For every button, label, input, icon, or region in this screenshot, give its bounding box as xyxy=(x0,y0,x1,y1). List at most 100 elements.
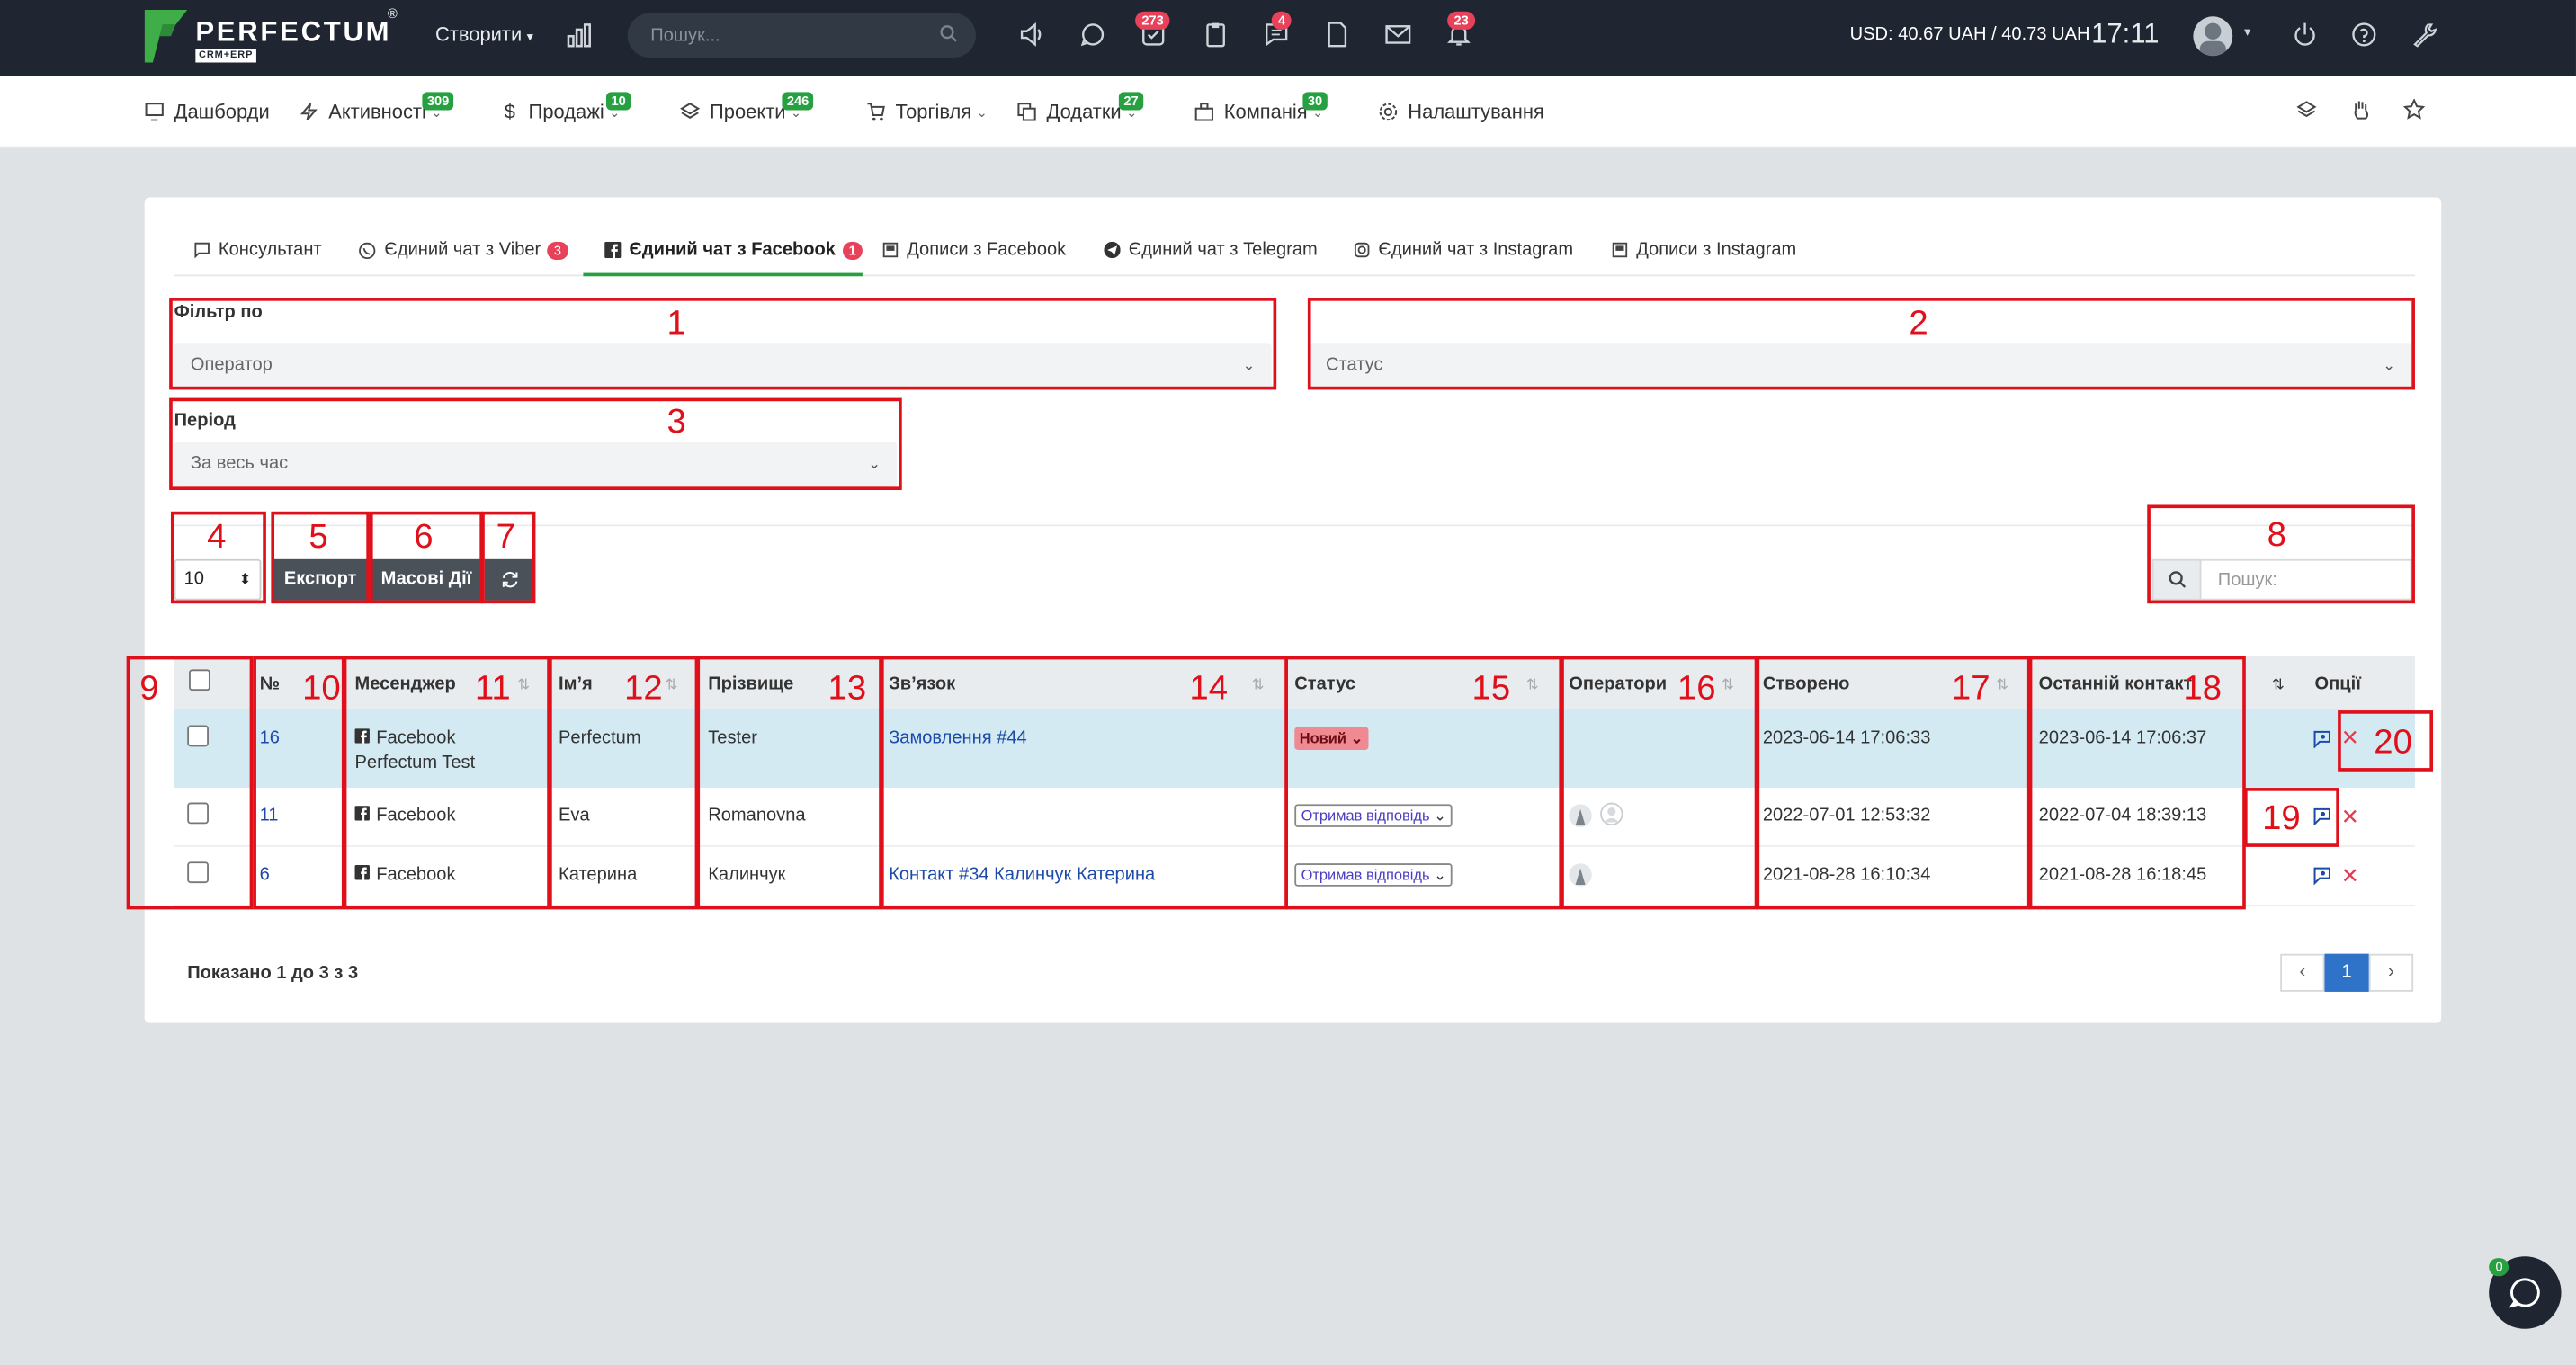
logo-text[interactable]: PERFECTUM xyxy=(195,16,391,49)
tab-instagram-posts[interactable]: Дописи з Instagram xyxy=(1612,240,1797,260)
viber-icon xyxy=(359,241,376,259)
create-menu[interactable]: Створити ▾ xyxy=(435,23,533,47)
page-1-button[interactable]: 1 xyxy=(2324,953,2369,992)
notifications-badge: 23 xyxy=(1447,11,1476,30)
cart-icon xyxy=(867,103,885,121)
posts-icon xyxy=(1612,242,1628,258)
nav-projects-badge: 246 xyxy=(782,92,814,111)
tab-facebook-count: 1 xyxy=(842,240,863,260)
logo-subtitle: CRM+ERP xyxy=(195,49,256,63)
chat-bubble-icon xyxy=(2509,1278,2540,1308)
tasks-badge: 273 xyxy=(1135,11,1171,30)
tab-viber-count: 3 xyxy=(547,240,568,260)
hand-icon[interactable] xyxy=(2351,99,2371,120)
chart-bars-icon[interactable] xyxy=(567,23,591,48)
sort-active-icon[interactable]: ⇅ xyxy=(2272,676,2285,694)
megaphone-icon[interactable] xyxy=(1018,22,1044,48)
nav-company-label: Компанія xyxy=(1223,100,1308,124)
prev-page-button[interactable]: ‹ xyxy=(2280,953,2325,992)
open-chat-icon[interactable] xyxy=(2313,867,2331,885)
nav-projects-label: Проекти xyxy=(710,100,786,124)
tab-facebook-posts[interactable]: Дописи з Facebook xyxy=(882,240,1066,260)
nav-sales-badge: 10 xyxy=(605,92,631,111)
nav-activities-badge: 309 xyxy=(422,92,454,111)
annotation-number: 16 xyxy=(1677,669,1716,708)
tab-telegram-chat[interactable]: Єдиний чат з Telegram xyxy=(1104,240,1318,260)
tab-facebook-posts-label: Дописи з Facebook xyxy=(907,240,1067,260)
create-label: Створити xyxy=(435,22,523,47)
tab-consultant-label: Консультант xyxy=(218,240,322,260)
nav-addons-label: Додатки xyxy=(1046,100,1122,124)
annotation-number: 1 xyxy=(666,304,686,343)
nav-addons-badge: 27 xyxy=(1118,92,1144,111)
nav-trade[interactable]: Торгівля ⌄ xyxy=(866,100,988,124)
global-search-input[interactable] xyxy=(627,13,976,58)
annotation-number: 14 xyxy=(1189,669,1229,708)
tab-facebook-chat-label: Єдиний чат з Facebook xyxy=(629,240,836,260)
currency-rate: USD: 40.67 UAH / 40.73 UAH xyxy=(1849,24,2090,45)
layers-icon xyxy=(680,103,701,119)
nav-company-badge: 30 xyxy=(1302,92,1328,111)
delete-icon[interactable]: ✕ xyxy=(2341,863,2359,889)
dollar-icon: $ xyxy=(504,100,515,124)
annotation-number: 17 xyxy=(1951,669,1990,708)
nav-dashboards-label: Дашборди xyxy=(174,100,270,124)
annotation-number: 15 xyxy=(1471,669,1511,708)
file-icon[interactable] xyxy=(1324,22,1350,48)
perfectum-logo-icon[interactable] xyxy=(144,9,188,63)
power-icon[interactable] xyxy=(2292,22,2318,48)
posts-icon xyxy=(882,242,899,258)
nav-trade-label: Торгівля xyxy=(895,100,972,124)
tab-telegram-chat-label: Єдиний чат з Telegram xyxy=(1128,240,1318,260)
mail-icon[interactable] xyxy=(1385,22,1411,48)
annotation-number: 20 xyxy=(2374,723,2412,762)
tab-viber-chat[interactable]: Єдиний чат з Viber 3 xyxy=(358,240,568,260)
annotation-number: 8 xyxy=(2267,516,2286,555)
chevron-down-icon: ▾ xyxy=(526,29,534,45)
logo-registered-mark: ® xyxy=(388,6,398,22)
layers-icon[interactable] xyxy=(2296,101,2317,120)
copy-icon xyxy=(1017,103,1036,121)
annotation-box-11 xyxy=(343,656,550,910)
col-options-header: Опції xyxy=(2314,674,2361,694)
wrench-icon[interactable] xyxy=(2411,22,2437,48)
annotation-number: 10 xyxy=(302,669,341,708)
nav-sales[interactable]: $ Продажі ⌄ xyxy=(505,101,621,124)
nav-settings[interactable]: Налаштування xyxy=(1378,101,1544,123)
annotation-number: 7 xyxy=(496,518,515,557)
top-bar: PERFECTUM ® CRM+ERP Створити▾ 273 4 23 U… xyxy=(0,0,2576,76)
tab-viber-chat-label: Єдиний чат з Viber xyxy=(384,240,541,260)
next-page-button[interactable]: › xyxy=(2368,953,2414,992)
annotation-number: 13 xyxy=(827,669,867,708)
annotation-box-3 xyxy=(169,397,902,491)
nav-sales-label: Продажі xyxy=(528,100,604,124)
tab-instagram-chat[interactable]: Єдиний чат з Instagram xyxy=(1354,240,1573,260)
telegram-icon xyxy=(1104,241,1121,259)
delete-icon[interactable]: ✕ xyxy=(2341,804,2359,830)
gear-icon xyxy=(1379,103,1398,121)
tab-instagram-posts-label: Дописи з Instagram xyxy=(1636,240,1797,260)
message-square-icon xyxy=(194,242,210,259)
clipboard-icon[interactable] xyxy=(1203,22,1229,48)
user-avatar[interactable] xyxy=(2193,16,2233,57)
star-icon[interactable] xyxy=(2403,98,2425,120)
tabs-divider xyxy=(174,274,2415,277)
help-circle-icon[interactable] xyxy=(2351,22,2377,48)
nav-dashboards[interactable]: Дашборди xyxy=(145,100,270,124)
annotation-box-2 xyxy=(1307,298,2415,390)
nav-activities[interactable]: Активності ⌄ xyxy=(299,101,443,123)
tab-facebook-chat[interactable]: Єдиний чат з Facebook 1 xyxy=(604,240,863,260)
instagram-icon xyxy=(1354,242,1370,258)
annotation-number: 2 xyxy=(1909,304,1928,343)
tab-consultant[interactable]: Консультант xyxy=(194,240,322,260)
building-icon xyxy=(1194,103,1213,121)
chat-bubble-icon[interactable] xyxy=(1079,22,1105,48)
annotation-number: 19 xyxy=(2262,798,2301,837)
annotation-number: 3 xyxy=(666,403,686,442)
active-tab-indicator xyxy=(583,272,863,277)
open-chat-icon[interactable] xyxy=(2313,730,2331,749)
pagination-info: Показано 1 до 3 з 3 xyxy=(187,963,359,984)
search-icon xyxy=(940,25,957,42)
chevron-down-icon: ⌄ xyxy=(976,104,988,120)
chevron-down-icon[interactable]: ▾ xyxy=(2244,24,2250,39)
